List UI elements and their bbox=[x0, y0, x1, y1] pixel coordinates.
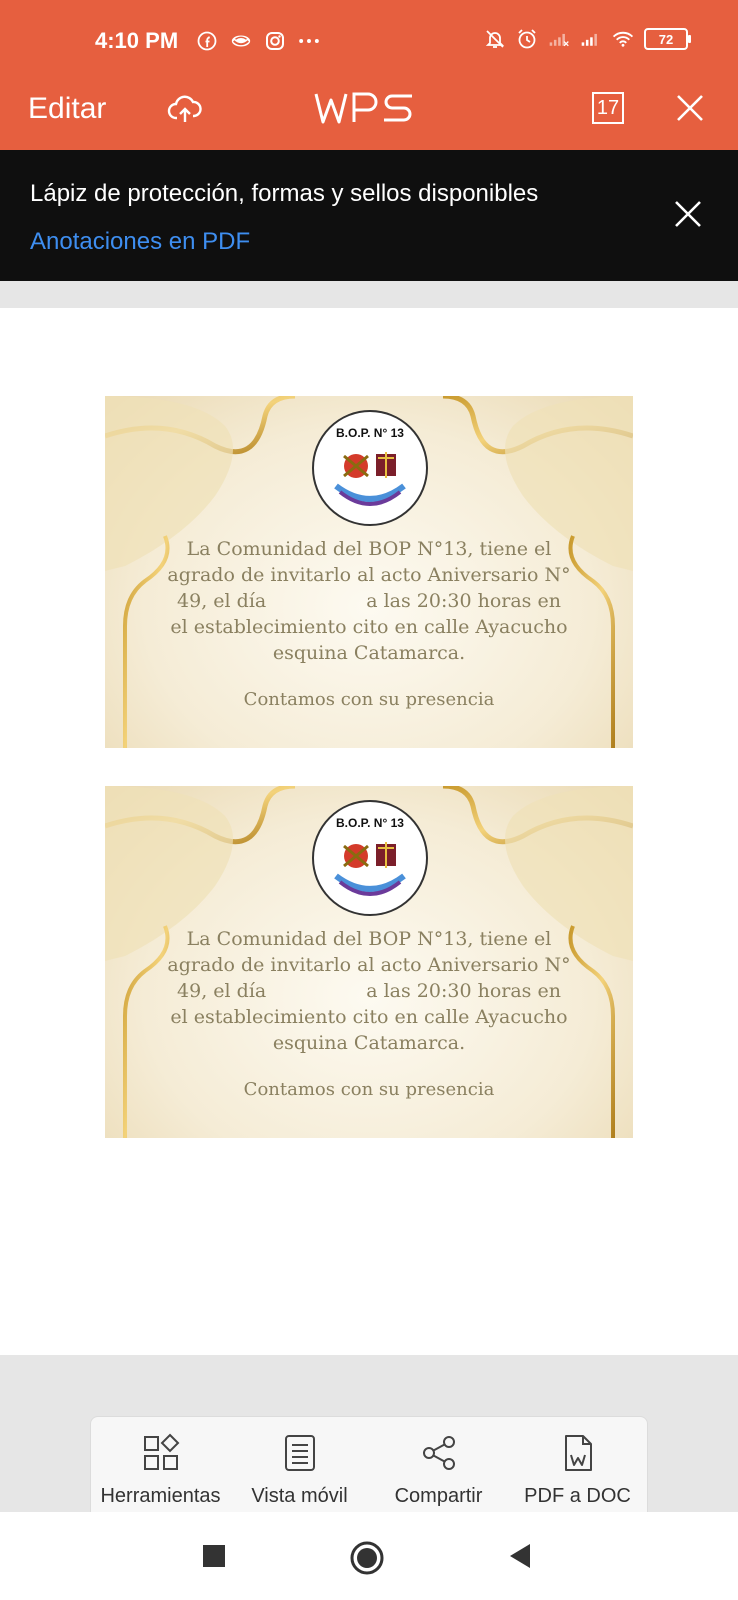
facebook-icon bbox=[196, 30, 218, 52]
invitation-line: agrado de invitarlo al acto Aniversario … bbox=[167, 954, 571, 976]
alarm-icon bbox=[516, 28, 538, 50]
invitation-line: esquina Catamarca. bbox=[272, 1032, 466, 1054]
invitation-text: La Comunidad del BOP N°13, tiene el agra… bbox=[145, 926, 593, 1056]
invitation-line-part: 49, el día bbox=[177, 980, 267, 1002]
invitation-line: el establecimiento cito en calle Ayacuch… bbox=[170, 1006, 568, 1028]
invitation-card: B.O.P. N° 13 La Comunidad del BOP N°13, … bbox=[105, 786, 633, 1138]
pdf-to-doc-button[interactable]: PDF a DOC bbox=[508, 1417, 647, 1513]
invitation-line: esquina Catamarca. bbox=[272, 642, 466, 664]
invitation-closing: Contamos con su presencia bbox=[243, 1079, 495, 1100]
battery-level: 72 bbox=[658, 31, 674, 47]
invitation-line: 49, el día a las 20:30 horas en bbox=[145, 978, 593, 1004]
tool-label: PDF a DOC bbox=[524, 1485, 631, 1507]
invitation-line-part: a las 20:30 horas en bbox=[366, 980, 561, 1002]
mobile-view-button[interactable]: Vista móvil bbox=[230, 1417, 369, 1513]
banner-close-icon[interactable] bbox=[672, 198, 704, 230]
recents-square-icon[interactable] bbox=[198, 1540, 230, 1572]
mute-bell-icon bbox=[484, 28, 506, 50]
pdf-to-doc-icon bbox=[564, 1435, 592, 1471]
invitation-line: el establecimiento cito en calle Ayacuch… bbox=[170, 616, 568, 638]
edit-button[interactable]: Editar bbox=[28, 92, 106, 126]
mobile-view-icon bbox=[284, 1435, 315, 1471]
invitation-line: agrado de invitarlo al acto Aniversario … bbox=[167, 564, 571, 586]
invitation-line-part: a las 20:30 horas en bbox=[366, 590, 561, 612]
tool-label: Compartir bbox=[394, 1485, 483, 1507]
invitation-line: La Comunidad del BOP N°13, tiene el bbox=[186, 538, 552, 560]
banner-link[interactable]: Anotaciones en PDF bbox=[30, 228, 250, 256]
system-nav-bar bbox=[0, 1512, 738, 1600]
close-icon[interactable] bbox=[674, 92, 706, 124]
banner-text: Lápiz de protección, formas y sellos dis… bbox=[30, 180, 539, 207]
bop-seal-logo: B.O.P. N° 13 bbox=[312, 410, 428, 526]
share-icon bbox=[422, 1436, 455, 1470]
invitation-line-part: 49, el día bbox=[177, 590, 267, 612]
tool-label: Herramientas bbox=[100, 1485, 221, 1507]
invitation-text: La Comunidad del BOP N°13, tiene el agra… bbox=[145, 536, 593, 666]
signal-icon bbox=[580, 28, 602, 50]
share-button[interactable]: Compartir bbox=[369, 1417, 508, 1513]
tools-button[interactable]: Herramientas bbox=[91, 1417, 230, 1513]
invitation-card: B.O.P. N° 13 La Comunidad del BOP N°13, … bbox=[105, 396, 633, 748]
tools-grid-icon bbox=[143, 1433, 179, 1470]
annotation-banner: Lápiz de protección, formas y sellos dis… bbox=[0, 150, 738, 281]
system-icons: 72 bbox=[484, 28, 691, 50]
signal-icon bbox=[548, 28, 570, 50]
invitation-closing: Contamos con su presencia bbox=[243, 689, 495, 710]
more-dots-icon bbox=[298, 30, 320, 52]
invitation-line: La Comunidad del BOP N°13, tiene el bbox=[186, 928, 552, 950]
page-count-button[interactable]: 17 bbox=[592, 92, 624, 124]
cloud-upload-icon[interactable] bbox=[166, 90, 204, 128]
messaging-icon bbox=[230, 30, 252, 52]
bop-seal-logo: B.O.P. N° 13 bbox=[312, 800, 428, 916]
status-time: 4:10 PM bbox=[95, 28, 179, 53]
wifi-icon bbox=[612, 28, 634, 50]
app-bar: Editar 17 bbox=[0, 86, 738, 150]
pdf-page[interactable]: B.O.P. N° 13 La Comunidad del BOP N°13, … bbox=[0, 308, 738, 1355]
back-triangle-icon[interactable] bbox=[504, 1540, 536, 1572]
battery-icon: 72 bbox=[644, 28, 691, 50]
home-circle-icon[interactable] bbox=[349, 1540, 384, 1575]
tool-label: Vista móvil bbox=[251, 1485, 348, 1507]
status-bar: 4:10 PM 72 bbox=[0, 0, 738, 86]
wps-logo bbox=[312, 88, 422, 128]
invitation-line: 49, el día a las 20:30 horas en bbox=[145, 588, 593, 614]
notification-icons bbox=[196, 30, 320, 52]
bottom-toolbar: Herramientas Vista móvil Compartir PDF a… bbox=[90, 1416, 648, 1513]
instagram-icon bbox=[264, 30, 286, 52]
